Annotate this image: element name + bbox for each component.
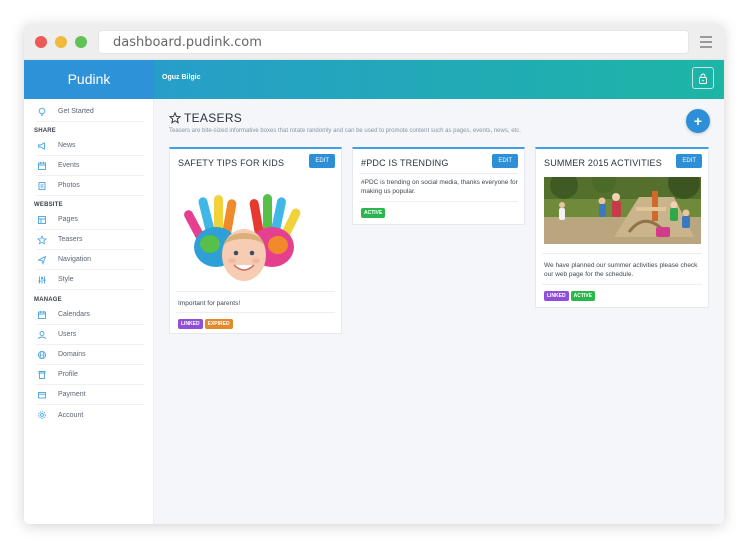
lock-icon xyxy=(699,73,707,84)
teaser-card[interactable]: SAFETY TIPS FOR KIDS EDIT Important for … xyxy=(169,147,342,334)
card-badges: ACTIVE xyxy=(361,208,386,218)
brand-logo[interactable]: Pudink xyxy=(24,60,154,99)
user-bar: Oguz Bilgic xyxy=(154,60,724,99)
sidebar-item-teasers[interactable]: Teasers xyxy=(36,230,144,250)
card-divider xyxy=(176,312,335,313)
username[interactable]: Oguz Bilgic xyxy=(162,60,201,96)
minimize-window-button[interactable] xyxy=(55,36,67,48)
badge-active: ACTIVE xyxy=(570,291,595,301)
page-title-text: TEASERS xyxy=(184,111,243,125)
card-body: Important for parents! xyxy=(178,300,241,307)
sidebar-item-label: Profile xyxy=(58,371,78,378)
edit-button[interactable]: EDIT xyxy=(492,154,518,168)
teaser-card[interactable]: SUMMER 2015 ACTIVITIES EDIT We have plan… xyxy=(535,147,709,308)
edit-button[interactable]: EDIT xyxy=(676,154,702,168)
sidebar-item-navigation[interactable]: Navigation xyxy=(36,250,144,270)
app-header: Pudink Oguz Bilgic xyxy=(24,60,724,99)
card-divider xyxy=(359,201,518,202)
user-icon xyxy=(36,329,48,341)
menu-icon[interactable] xyxy=(700,36,712,48)
sidebar-section-share: SHARE xyxy=(34,128,57,134)
badge-expired: EXPIRED xyxy=(204,319,233,329)
sidebar-item-profile[interactable]: Profile xyxy=(36,365,144,385)
pages-icon xyxy=(36,214,48,226)
sidebar-item-users[interactable]: Users xyxy=(36,325,144,345)
close-window-button[interactable] xyxy=(35,36,47,48)
sidebar-item-get-started[interactable]: Get Started xyxy=(36,102,144,122)
badge-linked: LINKED xyxy=(178,319,203,329)
badge-linked: LINKED xyxy=(544,291,569,301)
browser-window: dashboard.pudink.com Pudink Oguz Bilgic … xyxy=(24,24,724,524)
edit-button[interactable]: EDIT xyxy=(309,154,335,168)
gear-icon xyxy=(36,409,48,421)
sidebar-section-website: WEBSITE xyxy=(34,202,63,208)
photo-icon xyxy=(36,180,48,192)
badge-active: ACTIVE xyxy=(361,208,386,218)
page-description: Teasers are bite-sized informative boxes… xyxy=(169,128,521,134)
add-teaser-button[interactable]: + xyxy=(686,109,710,133)
star-icon xyxy=(169,112,181,124)
sidebar-item-account[interactable]: Account xyxy=(36,405,144,425)
card-title: SUMMER 2015 ACTIVITIES xyxy=(544,158,662,168)
sidebar-item-label: News xyxy=(58,142,76,149)
megaphone-icon xyxy=(36,140,48,152)
payment-icon xyxy=(36,389,48,401)
page-title: TEASERS xyxy=(169,111,242,125)
sidebar-section-manage: MANAGE xyxy=(34,297,62,303)
lock-button[interactable] xyxy=(692,67,714,89)
card-divider xyxy=(176,291,335,292)
sidebar-item-label: Pages xyxy=(58,216,78,223)
sidebar-item-events[interactable]: Events xyxy=(36,156,144,176)
main-content: TEASERS Teasers are bite-sized informati… xyxy=(154,99,724,524)
address-bar[interactable]: dashboard.pudink.com xyxy=(98,30,689,54)
card-divider xyxy=(542,284,702,285)
card-title: #PDC IS TRENDING xyxy=(361,158,449,168)
sidebar-item-pages[interactable]: Pages xyxy=(36,210,144,230)
navigation-icon xyxy=(36,254,48,266)
sidebar-item-label: Users xyxy=(58,331,77,338)
sidebar-item-calendars[interactable]: Calendars xyxy=(36,305,144,325)
sidebar-item-label: Navigation xyxy=(58,256,92,263)
lightbulb-icon xyxy=(36,106,48,118)
card-title: SAFETY TIPS FOR KIDS xyxy=(178,158,285,168)
sidebar-item-label: Style xyxy=(58,276,74,283)
card-divider xyxy=(542,253,702,254)
calendar-icon xyxy=(36,309,48,321)
sidebar-item-label: Domains xyxy=(58,351,86,358)
sidebar-item-payment[interactable]: Payment xyxy=(36,385,144,405)
sidebar-item-photos[interactable]: Photos xyxy=(36,176,144,196)
maximize-window-button[interactable] xyxy=(75,36,87,48)
card-body: We have planned our summer activities pl… xyxy=(544,262,698,278)
card-image-playground xyxy=(544,177,701,244)
sidebar-item-label: Account xyxy=(58,411,84,419)
teaser-card[interactable]: #PDC IS TRENDING EDIT #PDC is trending o… xyxy=(352,147,525,225)
card-badges: LINKED ACTIVE xyxy=(544,291,595,301)
card-divider xyxy=(359,173,518,174)
profile-icon xyxy=(36,369,48,381)
sidebar-item-style[interactable]: Style xyxy=(36,270,144,290)
sidebar-item-label: Get Started xyxy=(58,108,94,115)
sidebar-item-label: Teasers xyxy=(58,236,83,243)
star-icon xyxy=(36,234,48,246)
globe-icon xyxy=(36,349,48,361)
sidebar-item-label: Events xyxy=(58,162,80,169)
sidebar-item-label: Calendars xyxy=(58,311,90,318)
browser-chrome: dashboard.pudink.com xyxy=(24,24,724,60)
sidebar-item-domains[interactable]: Domains xyxy=(36,345,144,365)
sliders-icon xyxy=(36,274,48,286)
sidebar-item-label: Photos xyxy=(58,182,80,189)
card-badges: LINKED EXPIRED xyxy=(178,319,233,329)
calendar-icon xyxy=(36,160,48,172)
card-body: #PDC is trending on social media, thanks… xyxy=(361,179,518,195)
sidebar: Get Started SHARE News Events Photos WEB… xyxy=(24,99,154,524)
sidebar-item-label: Payment xyxy=(58,391,86,398)
sidebar-item-news[interactable]: News xyxy=(36,136,144,156)
card-image-kid-painted-hands xyxy=(180,189,307,281)
